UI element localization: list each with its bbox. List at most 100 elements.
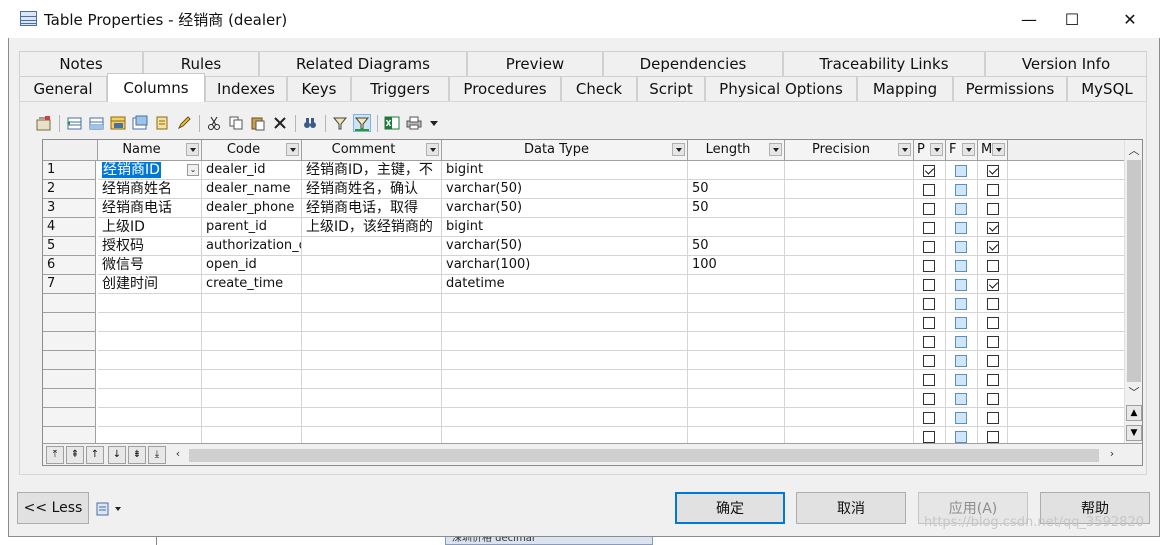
cell-length[interactable]: [688, 351, 785, 370]
chevron-down-icon[interactable]: [898, 143, 911, 156]
tab-general[interactable]: General: [19, 76, 107, 101]
p-checkbox[interactable]: [923, 336, 935, 348]
edit-pencil-icon[interactable]: [175, 114, 193, 132]
m-checkbox[interactable]: [987, 393, 999, 405]
tab-check[interactable]: Check: [561, 76, 637, 101]
cancel-button[interactable]: 取消: [796, 492, 906, 524]
table-row[interactable]: [43, 351, 1126, 370]
p-checkbox[interactable]: [923, 260, 935, 272]
cell-comment[interactable]: 经销商姓名，确认: [302, 180, 442, 199]
m-checkbox[interactable]: [987, 317, 999, 329]
m-checkbox[interactable]: [987, 412, 999, 424]
scroll-left-icon[interactable]: ‹: [169, 447, 187, 460]
f-checkbox[interactable]: [955, 431, 967, 443]
f-checkbox[interactable]: [955, 184, 967, 196]
cell-data-type[interactable]: varchar(50): [442, 180, 688, 199]
m-checkbox[interactable]: [987, 222, 999, 234]
cell-data-type[interactable]: bigint: [442, 161, 688, 180]
p-checkbox[interactable]: [923, 241, 935, 253]
cell-length[interactable]: [688, 332, 785, 351]
cell-comment[interactable]: 经销商ID，主键，不: [302, 161, 442, 180]
row-number[interactable]: 1: [43, 161, 96, 180]
page-down-icon[interactable]: ⇟: [128, 446, 146, 464]
horizontal-scroll-thumb[interactable]: [189, 449, 1099, 462]
move-down-icon[interactable]: ↓: [108, 446, 126, 464]
table-row[interactable]: [43, 332, 1126, 351]
cell-name[interactable]: [98, 370, 202, 389]
cell-name[interactable]: [98, 332, 202, 351]
p-checkbox[interactable]: [923, 165, 935, 177]
column-header-comment[interactable]: Comment: [302, 140, 442, 161]
cell-precision[interactable]: [785, 199, 914, 218]
maximize-button[interactable]: ☐: [1044, 0, 1100, 38]
cell-comment[interactable]: [302, 313, 442, 332]
f-checkbox[interactable]: [955, 336, 967, 348]
cell-length[interactable]: 50: [688, 199, 785, 218]
table-row[interactable]: 3 经销商电话 dealer_phone 经销商电话，取得 varchar(50) 50: [43, 199, 1126, 218]
f-checkbox[interactable]: [955, 279, 967, 291]
tab-version-info[interactable]: Version Info: [985, 51, 1147, 76]
page-up-icon[interactable]: ⇞: [66, 446, 84, 464]
m-checkbox[interactable]: [987, 184, 999, 196]
m-checkbox[interactable]: [987, 165, 999, 177]
cell-precision[interactable]: [785, 275, 914, 294]
f-checkbox[interactable]: [955, 222, 967, 234]
m-checkbox[interactable]: [987, 298, 999, 310]
cell-length[interactable]: [688, 161, 785, 180]
cell-length[interactable]: [688, 389, 785, 408]
column-header-f[interactable]: F: [946, 140, 978, 161]
p-checkbox[interactable]: [923, 184, 935, 196]
tab-traceability-links[interactable]: Traceability Links: [783, 51, 985, 76]
cell-precision[interactable]: [785, 218, 914, 237]
move-down-side-icon[interactable]: ▼: [1126, 425, 1142, 441]
cell-name[interactable]: 微信号: [98, 256, 202, 275]
cell-length[interactable]: 50: [688, 237, 785, 256]
cell-code[interactable]: create_time: [202, 275, 302, 294]
copy-icon[interactable]: [227, 114, 245, 132]
move-up-side-icon[interactable]: ▲: [1126, 405, 1142, 421]
row-number[interactable]: 4: [43, 218, 96, 237]
cell-data-type[interactable]: bigint: [442, 218, 688, 237]
f-checkbox[interactable]: [955, 374, 967, 386]
cell-code[interactable]: authorization_c: [202, 237, 302, 256]
cell-dropdown-icon[interactable]: ⌄: [187, 164, 199, 176]
p-checkbox[interactable]: [923, 317, 935, 329]
cell-data-type[interactable]: [442, 313, 688, 332]
table-row[interactable]: [43, 370, 1126, 389]
column-header-data-type[interactable]: Data Type: [442, 140, 688, 161]
cell-code[interactable]: [202, 370, 302, 389]
cell-name[interactable]: [98, 389, 202, 408]
m-checkbox[interactable]: [987, 374, 999, 386]
cell-code[interactable]: dealer_id: [202, 161, 302, 180]
excel-export-icon[interactable]: [383, 114, 401, 132]
ok-button[interactable]: 确定: [675, 492, 785, 524]
cell-precision[interactable]: [785, 237, 914, 256]
add-columns-icon[interactable]: [109, 114, 127, 132]
cell-comment[interactable]: [302, 332, 442, 351]
paste-icon[interactable]: [249, 114, 267, 132]
p-checkbox[interactable]: [923, 431, 935, 443]
cell-data-type[interactable]: [442, 294, 688, 313]
scroll-up-icon[interactable]: ︿: [1125, 142, 1142, 158]
m-checkbox[interactable]: [987, 203, 999, 215]
delete-icon[interactable]: [271, 114, 289, 132]
p-checkbox[interactable]: [923, 203, 935, 215]
column-header-m[interactable]: M: [978, 140, 1008, 161]
chevron-down-icon[interactable]: [426, 143, 439, 156]
table-row[interactable]: 6 微信号 open_id varchar(100) 100: [43, 256, 1126, 275]
cell-precision[interactable]: [785, 389, 914, 408]
row-number[interactable]: [43, 332, 96, 351]
tab-columns[interactable]: Columns: [107, 73, 205, 102]
cell-precision[interactable]: [785, 332, 914, 351]
tab-related-diagrams[interactable]: Related Diagrams: [259, 51, 467, 76]
cell-code[interactable]: [202, 294, 302, 313]
column-header-p[interactable]: P: [914, 140, 946, 161]
row-number[interactable]: [43, 313, 96, 332]
table-row[interactable]: 4 上级ID parent_id 上级ID，该经销商的 bigint: [43, 218, 1126, 237]
column-header-code[interactable]: Code: [202, 140, 302, 161]
row-number[interactable]: 6: [43, 256, 96, 275]
selected-cell-text[interactable]: 经销商ID: [102, 162, 161, 178]
print-icon[interactable]: [405, 114, 423, 132]
cell-comment[interactable]: [302, 370, 442, 389]
customize-columns-icon[interactable]: [353, 114, 371, 132]
